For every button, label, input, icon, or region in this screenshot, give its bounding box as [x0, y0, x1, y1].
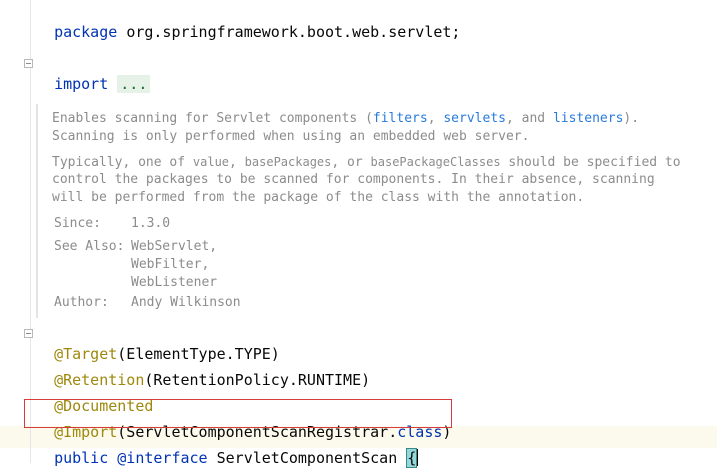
author-label: Author:	[54, 295, 109, 310]
package-line[interactable]: package org.springframework.boot.web.ser…	[36, 2, 460, 42]
fold-toggle-icon[interactable]	[24, 329, 33, 338]
gutter-separator	[30, 0, 31, 463]
since-label: Since:	[54, 216, 101, 231]
text-caret	[417, 449, 419, 466]
highlight-annotation-box	[24, 399, 452, 428]
public-keyword: public	[54, 449, 109, 467]
doc-paragraph-2: Typically, one of value, basePackages, o…	[52, 155, 681, 170]
package-keyword: package	[54, 23, 118, 41]
author-value: Andy Wilkinson	[131, 295, 241, 310]
code-basepackages: basePackages	[244, 155, 332, 169]
import-line[interactable]: import ...	[36, 54, 151, 94]
link-listeners[interactable]: listeners	[553, 111, 623, 126]
link-servlets[interactable]: servlets	[443, 111, 506, 126]
rendered-javadoc[interactable]: Enables scanning for Servlet components …	[36, 104, 717, 318]
see-also-label: See Also:	[54, 239, 125, 254]
open-brace: {	[406, 448, 418, 468]
folded-imports-placeholder[interactable]: ...	[117, 75, 151, 93]
type-name: ServletComponentScan	[216, 449, 398, 467]
import-keyword: import	[54, 75, 109, 93]
package-name: org.springframework.boot.web.servlet;	[126, 23, 461, 41]
doc-paragraph-1: Enables scanning for Servlet components …	[52, 111, 640, 126]
code-basepackageclasses: basePackageClasses	[370, 155, 501, 169]
doc-paragraph-2-line-3: will be performed from the package of th…	[52, 190, 585, 205]
fold-toggle-icon[interactable]	[24, 59, 33, 68]
doc-paragraph-1-line-2: Scanning is only performed when using an…	[52, 129, 530, 144]
since-value: 1.3.0	[131, 216, 171, 231]
see-also-webservlet[interactable]: WebServlet,	[131, 239, 217, 254]
interface-keyword: @interface	[117, 449, 208, 467]
link-filters[interactable]: filters	[373, 111, 428, 126]
see-also-webfilter[interactable]: WebFilter,	[131, 257, 209, 272]
interface-declaration-line[interactable]: public @interface ServletComponentScan {	[36, 428, 419, 468]
see-also-weblistener[interactable]: WebListener	[131, 275, 217, 290]
code-value: value	[192, 155, 230, 169]
doc-paragraph-2-line-2: control the packages to be scanned for c…	[52, 172, 655, 187]
